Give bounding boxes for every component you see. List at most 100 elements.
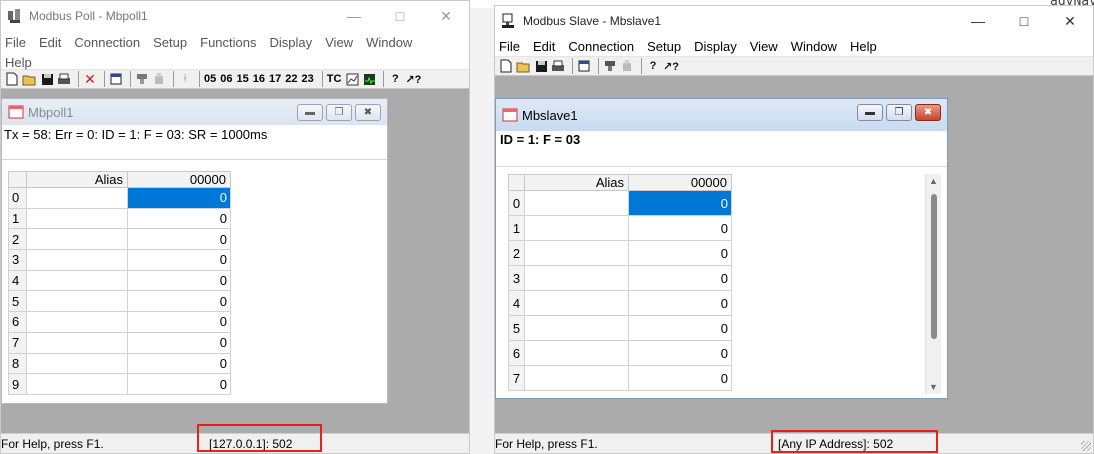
resize-grip[interactable] [1081, 441, 1091, 451]
menu-edit[interactable]: Edit [533, 37, 562, 57]
window-icon[interactable] [109, 71, 123, 87]
tc-button[interactable]: TC [327, 73, 342, 85]
value-cell[interactable]: 0 [127, 187, 231, 209]
menu-functions[interactable]: Functions [200, 33, 263, 53]
poll-titlebar[interactable]: Modbus Poll - Mbpoll1 — □ ✕ [1, 1, 469, 31]
value-cell[interactable]: 0 [628, 365, 732, 391]
value-cell[interactable]: 0 [127, 249, 231, 271]
help-icon[interactable]: ? [388, 71, 402, 87]
value-cell[interactable]: 0 [127, 311, 231, 333]
value-cell[interactable]: 0 [127, 228, 231, 251]
value-cell[interactable]: 0 [127, 290, 231, 313]
delete-x-icon[interactable]: ✕ [83, 71, 97, 87]
menu-file[interactable]: File [499, 37, 527, 57]
alias-column-header[interactable]: Alias [524, 174, 629, 191]
alias-cell[interactable] [524, 315, 629, 341]
maximize-button[interactable]: □ [377, 1, 423, 31]
menu-help[interactable]: Help [5, 53, 39, 73]
value-cell[interactable]: 0 [628, 340, 732, 366]
alias-cell[interactable] [524, 290, 629, 316]
fc-05-button[interactable]: 05 [204, 73, 216, 85]
alias-cell[interactable] [26, 207, 128, 230]
menu-display[interactable]: Display [270, 33, 320, 53]
alias-cell[interactable] [26, 228, 128, 251]
window-icon[interactable] [577, 58, 591, 74]
value-cell[interactable]: 0 [628, 290, 732, 316]
maximize-button[interactable]: □ [1001, 6, 1047, 36]
print-icon[interactable] [57, 71, 71, 87]
value-cell[interactable]: 0 [127, 269, 231, 292]
value-cell[interactable]: 0 [127, 331, 231, 354]
child-restore-button[interactable]: ❒ [886, 104, 912, 121]
scroll-up-arrow-icon[interactable]: ▲ [929, 176, 938, 186]
value-cell[interactable]: 0 [127, 352, 231, 375]
child-close-button[interactable]: ✖ [355, 104, 381, 121]
minimize-button[interactable]: — [331, 1, 377, 31]
value-cell[interactable]: 0 [628, 240, 732, 266]
menu-setup[interactable]: Setup [647, 37, 688, 57]
alias-cell[interactable] [524, 365, 629, 391]
alias-cell[interactable] [26, 290, 128, 313]
value-cell[interactable]: 0 [628, 190, 732, 216]
alias-cell[interactable] [26, 373, 128, 395]
value-cell[interactable]: 0 [127, 207, 231, 230]
close-button[interactable]: ✕ [1047, 6, 1093, 36]
open-folder-icon[interactable] [516, 58, 531, 74]
grid-vertical-scrollbar[interactable]: ▲ ▼ [925, 174, 941, 394]
alias-cell[interactable] [26, 311, 128, 333]
alias-cell[interactable] [26, 249, 128, 271]
save-disk-icon[interactable] [534, 58, 548, 74]
menu-help[interactable]: Help [850, 37, 884, 57]
menu-setup[interactable]: Setup [153, 33, 194, 53]
context-help-icon[interactable]: ↗? [663, 58, 679, 74]
alias-cell[interactable] [524, 215, 629, 241]
fc-22-button[interactable]: 22 [285, 73, 297, 85]
alias-cell[interactable] [26, 331, 128, 354]
alias-cell[interactable] [524, 240, 629, 266]
minimize-button[interactable]: — [955, 6, 1001, 36]
fc-17-button[interactable]: 17 [269, 73, 281, 85]
child-minimize-button[interactable]: ▬ [857, 104, 883, 121]
help-icon[interactable]: ? [646, 58, 660, 74]
alias-cell[interactable] [524, 190, 629, 216]
connect-icon[interactable] [603, 58, 617, 74]
fc-06-button[interactable]: 06 [220, 73, 232, 85]
alias-cell[interactable] [524, 265, 629, 291]
menu-connection[interactable]: Connection [74, 33, 147, 53]
scroll-down-arrow-icon[interactable]: ▼ [929, 382, 938, 392]
open-folder-icon[interactable] [22, 71, 37, 87]
close-button[interactable]: ✕ [423, 1, 469, 31]
child-minimize-button[interactable]: ▬ [297, 104, 323, 121]
chart-icon[interactable] [345, 71, 359, 87]
child-close-button[interactable]: ✖ [915, 104, 941, 121]
alias-cell[interactable] [524, 340, 629, 366]
menu-display[interactable]: Display [694, 37, 744, 57]
value-cell[interactable]: 0 [628, 215, 732, 241]
value-cell[interactable]: 0 [628, 315, 732, 341]
scroll-thumb[interactable] [931, 194, 937, 339]
pulse-icon[interactable]: ⍿ [178, 71, 192, 87]
disconnect-icon[interactable] [620, 58, 634, 74]
menu-file[interactable]: File [5, 33, 33, 53]
menu-view[interactable]: View [750, 37, 785, 57]
alias-cell[interactable] [26, 352, 128, 375]
value-cell[interactable]: 0 [628, 265, 732, 291]
monitor-icon[interactable] [362, 71, 376, 87]
alias-cell[interactable] [26, 269, 128, 292]
context-help-icon[interactable]: ↗? [405, 71, 421, 87]
menu-window[interactable]: Window [366, 33, 419, 53]
mbpoll1-titlebar[interactable]: Mbpoll1 ▬ ❒ ✖ [2, 99, 387, 125]
connect-icon[interactable] [135, 71, 149, 87]
value-cell[interactable]: 0 [127, 373, 231, 395]
fc-23-button[interactable]: 23 [302, 73, 314, 85]
new-file-icon[interactable] [499, 58, 513, 74]
alias-cell[interactable] [26, 187, 128, 209]
save-disk-icon[interactable] [40, 71, 54, 87]
menu-edit[interactable]: Edit [39, 33, 68, 53]
slave-titlebar[interactable]: Modbus Slave - Mbslave1 — □ ✕ [495, 6, 1093, 36]
mbslave1-titlebar[interactable]: Mbslave1 ▬ ❒ ✖ [496, 99, 947, 131]
menu-connection[interactable]: Connection [568, 37, 641, 57]
disconnect-icon[interactable] [152, 71, 166, 87]
fc-15-button[interactable]: 15 [237, 73, 249, 85]
menu-window[interactable]: Window [791, 37, 844, 57]
